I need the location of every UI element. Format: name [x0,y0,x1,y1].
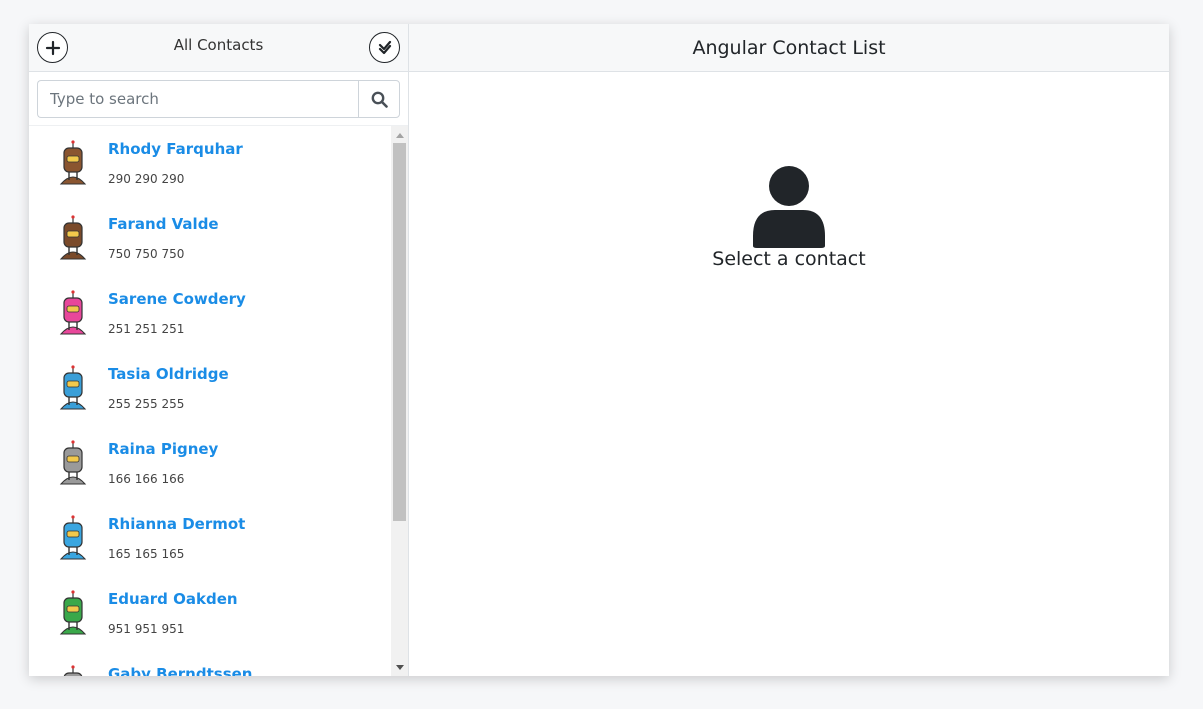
contact-phone: 255 255 255 [108,397,185,411]
contact-detail-panel: Angular Contact List Select a contact [409,24,1169,676]
robot-avatar-icon [59,590,87,635]
select-contacts-button[interactable] [369,32,400,63]
contacts-sidebar: All Contacts Rhody Farquhar 290 290 290 Fa… [29,24,409,676]
contact-name[interactable]: Raina Pigney [108,440,218,458]
search-bar [29,72,408,126]
user-silhouette-icon [753,166,825,248]
triangle-down-icon [395,664,404,670]
search-icon [371,91,388,108]
robot-avatar-icon [59,365,87,410]
page-title: Angular Contact List [692,36,886,59]
contact-name[interactable]: Eduard Oakden [108,590,238,608]
contact-name[interactable]: Farand Valde [108,215,219,233]
contact-name[interactable]: Rhody Farquhar [108,140,243,158]
contact-phone: 165 165 165 [108,547,185,561]
main-header: Angular Contact List [409,24,1169,72]
robot-avatar-icon [59,140,87,185]
contact-list-container: Rhody Farquhar 290 290 290 Farand Valde 750… [29,126,408,676]
contact-phone: 166 166 166 [108,472,185,486]
robot-avatar-icon [63,665,83,676]
scroll-up-arrow[interactable] [391,126,408,143]
contact-name[interactable]: Tasia Oldridge [108,365,229,383]
contact-item[interactable]: Rhianna Dermot 165 165 165 [29,501,391,576]
contact-item[interactable]: Sarene Cowdery 251 251 251 [29,276,391,351]
contact-name[interactable]: Sarene Cowdery [108,290,246,308]
contact-phone: 750 750 750 [108,247,185,261]
contact-list[interactable]: Rhody Farquhar 290 290 290 Farand Valde 750… [29,126,391,676]
sidebar-title: All Contacts [173,36,264,54]
robot-avatar-icon [59,290,87,335]
sidebar-header: All Contacts [29,24,408,72]
contact-item[interactable]: Farand Valde 750 750 750 [29,201,391,276]
scroll-thumb[interactable] [393,143,406,521]
empty-state: Select a contact [409,166,1169,270]
contact-item[interactable]: Eduard Oakden 951 951 951 [29,576,391,651]
triangle-up-icon [395,132,404,138]
contact-list-scrollbar[interactable] [391,126,408,676]
contact-item[interactable]: Gaby Berndtssen [29,651,391,676]
robot-avatar-icon [59,440,87,485]
robot-avatar-icon [59,515,87,560]
search-button[interactable] [358,80,400,118]
contact-item[interactable]: Raina Pigney 166 166 166 [29,426,391,501]
contact-item[interactable]: Tasia Oldridge 255 255 255 [29,351,391,426]
double-check-circle-icon [378,40,391,54]
main-body: Select a contact [409,72,1169,676]
contact-phone: 290 290 290 [108,172,185,186]
contact-phone: 251 251 251 [108,322,185,336]
contact-name[interactable]: Rhianna Dermot [108,515,245,533]
search-input[interactable] [37,80,358,118]
app-window: All Contacts Rhody Farquhar 290 290 290 Fa… [29,24,1169,676]
contact-item[interactable]: Rhody Farquhar 290 290 290 [29,126,391,201]
contact-name[interactable]: Gaby Berndtssen [108,665,252,676]
scroll-down-arrow[interactable] [391,659,408,676]
contact-phone: 951 951 951 [108,622,185,636]
robot-avatar-icon [59,215,87,260]
empty-state-text: Select a contact [712,248,866,270]
